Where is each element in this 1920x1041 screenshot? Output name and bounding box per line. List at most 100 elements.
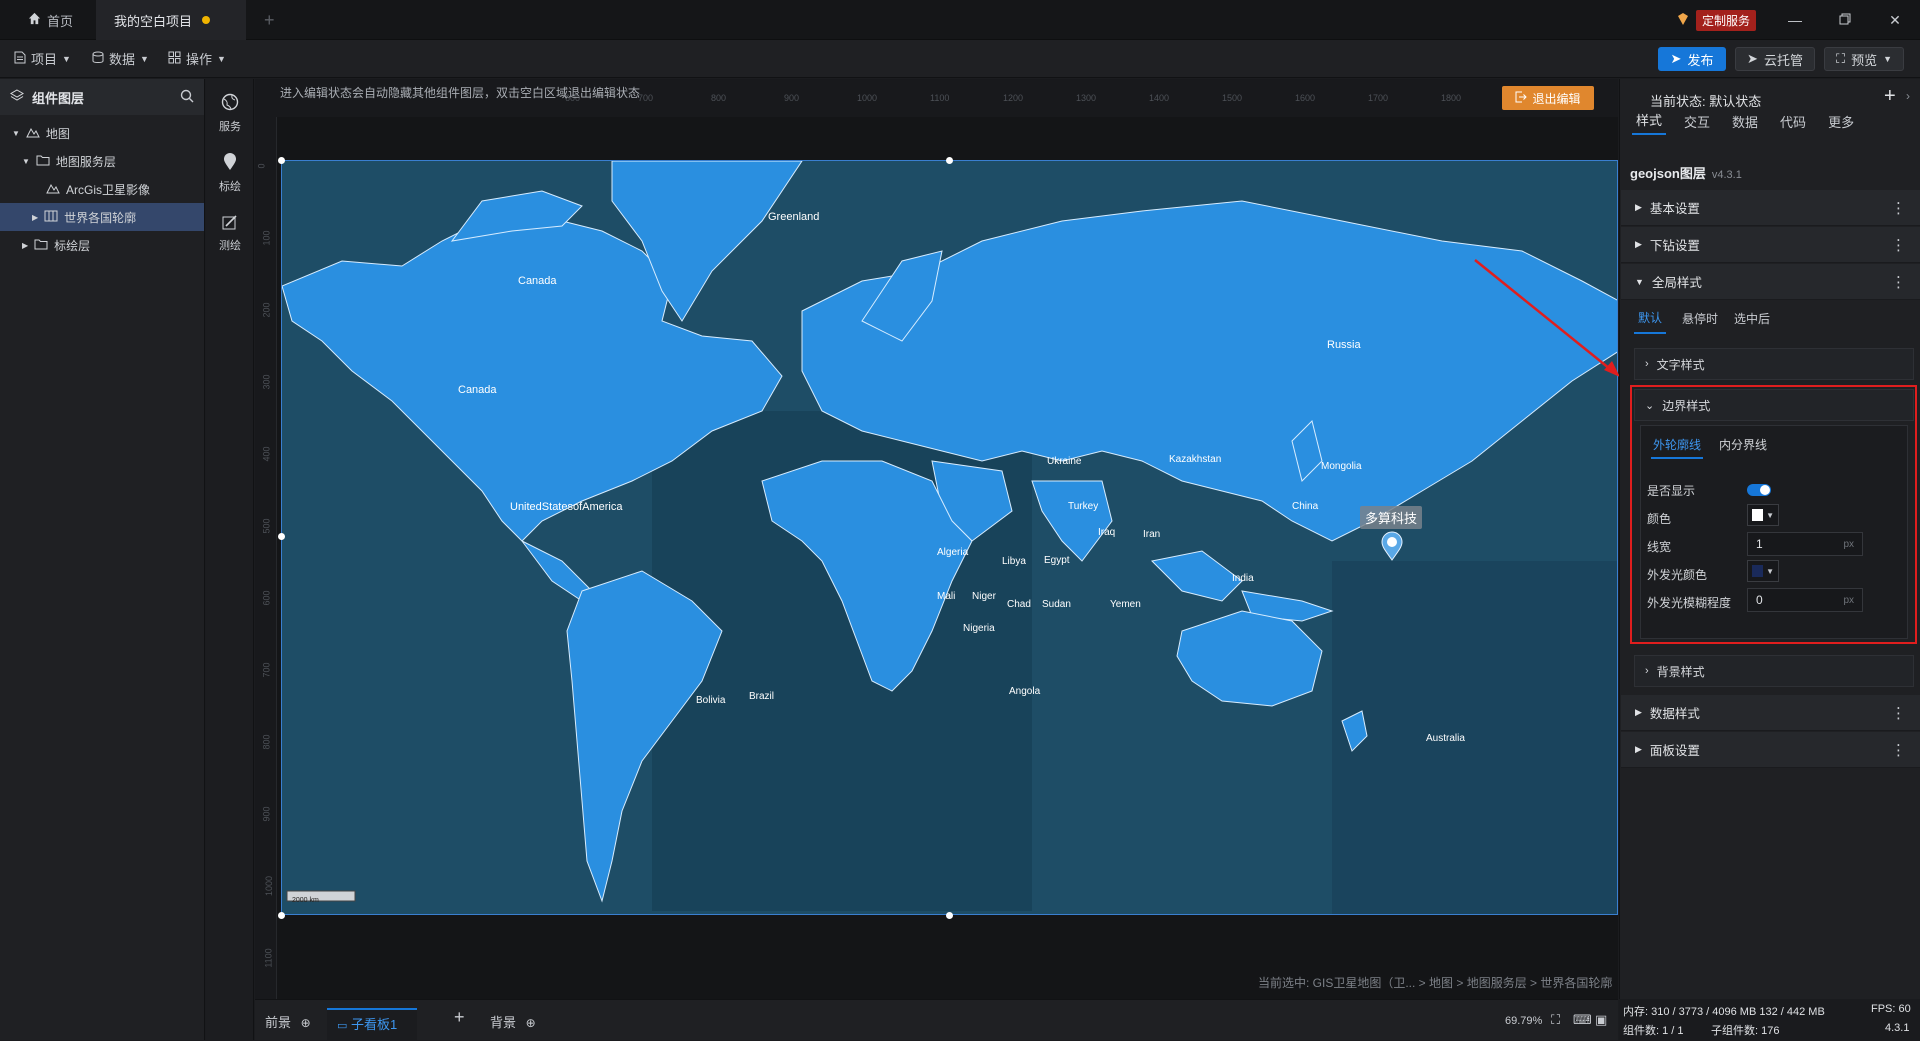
home-tab-label: 首页 — [47, 13, 74, 29]
inner-border-tab[interactable]: 内分界线 — [1717, 432, 1769, 459]
project-tab[interactable]: 我的空白项目 — [96, 0, 246, 40]
color-picker[interactable]: ▼ — [1747, 504, 1779, 526]
tree-item-world-outline[interactable]: ▶ 世界各国轮廓 — [0, 203, 204, 231]
map-label-libya: Libya — [1002, 556, 1026, 567]
selection-breadcrumb: 当前选中: GIS卫星地图（卫... > 地图 > 地图服务层 > 世界各国轮廓 — [1258, 976, 1613, 990]
publish-label: 发布 — [1687, 52, 1714, 68]
glow-blur-input[interactable]: 0 px — [1747, 588, 1863, 612]
world-map[interactable]: Greenland Canada Canada UnitedStatesofAm… — [281, 160, 1618, 915]
more-vert-icon[interactable]: ⋮ — [1891, 236, 1906, 254]
file-icon — [14, 51, 26, 67]
cloud-host-label: 云托管 — [1763, 52, 1803, 68]
preview-button[interactable]: ⛶ 预览 ▼ — [1824, 47, 1904, 71]
tree-item-label: ArcGis卫星影像 — [66, 182, 151, 197]
section-drill-label: 下钻设置 — [1649, 239, 1700, 253]
state-tab-selected[interactable]: 选中后 — [1734, 310, 1770, 327]
tab-interaction[interactable]: 交互 — [1680, 108, 1714, 135]
edit-hint: 进入编辑状态会自动隐藏其他组件图层，双击空白区域退出编辑状态 — [280, 86, 641, 100]
tab-code[interactable]: 代码 — [1776, 108, 1810, 135]
search-icon[interactable] — [180, 89, 194, 106]
app-version: 4.3.1 — [1885, 1022, 1910, 1034]
subboard-tab[interactable]: ▭ 子看板1 — [327, 1008, 418, 1041]
ruler-tick-label: 1100 — [930, 93, 950, 103]
cloud-host-button[interactable]: ➤ 云托管 — [1735, 47, 1815, 71]
tree-item-marker-layer[interactable]: ▶ 标绘层 — [0, 231, 204, 259]
map-label-turkey: Turkey — [1068, 501, 1099, 512]
marker-tool[interactable]: 标绘 — [206, 143, 254, 203]
chevron-down-icon: ▼ — [1766, 566, 1774, 576]
outline-tab[interactable]: 外轮廓线 — [1651, 432, 1704, 459]
add-tab-button[interactable]: + — [246, 0, 286, 40]
ruler-tick-label: 900 — [784, 93, 800, 103]
home-tab[interactable]: 首页 — [10, 0, 94, 40]
restore-icon[interactable] — [1835, 10, 1855, 30]
chevron-right-icon[interactable]: › — [1906, 89, 1910, 103]
show-label: 是否显示 — [1647, 484, 1696, 498]
exit-edit-button[interactable]: 退出编辑 — [1502, 86, 1594, 110]
tab-style[interactable]: 样式 — [1632, 106, 1667, 135]
section-drill[interactable]: ▶ 下钻设置 ⋮ — [1621, 227, 1920, 263]
folder-icon — [36, 154, 50, 169]
foreground-tab[interactable]: 前景 ⊕ — [265, 1012, 311, 1031]
section-global[interactable]: ▼ 全局样式 ⋮ — [1621, 264, 1920, 300]
more-vert-icon[interactable]: ⋮ — [1891, 741, 1906, 759]
tree-item-arcgis[interactable]: ArcGis卫星影像 — [0, 175, 204, 203]
tree-item-map-service[interactable]: ▼ 地图服务层 — [0, 147, 204, 175]
state-tabs: 默认 悬停时 选中后 — [1634, 303, 1914, 334]
resize-handle[interactable] — [946, 157, 953, 164]
operate-menu[interactable]: 操作 ▼ — [168, 49, 226, 68]
publish-button[interactable]: ➤ 发布 — [1658, 47, 1726, 71]
tab-more[interactable]: 更多 — [1824, 108, 1858, 135]
layer-panel-title: 组件图层 — [32, 90, 85, 106]
exit-edit-label: 退出编辑 — [1532, 91, 1581, 106]
layer-tree: ▼ 地图 ▼ 地图服务层 ArcGis卫星影像 ▶ 世界各国轮廓 ▶ 标绘层 — [0, 115, 204, 259]
keyboard-icon[interactable]: ⌨ — [1573, 1012, 1592, 1028]
text-style-group[interactable]: › 文字样式 — [1634, 348, 1914, 380]
map-pin-icon — [223, 152, 237, 174]
custom-service-button[interactable]: 定制服务 — [1676, 10, 1757, 31]
terminal-icon[interactable]: ▣ — [1595, 1012, 1607, 1028]
tab-data[interactable]: 数据 — [1728, 108, 1762, 135]
ruler-tick-label: 900 — [261, 806, 272, 822]
more-vert-icon[interactable]: ⋮ — [1891, 199, 1906, 217]
add-circle-icon[interactable]: ⊕ — [526, 1016, 536, 1030]
section-panel[interactable]: ▶ 面板设置 ⋮ — [1621, 732, 1920, 768]
data-menu[interactable]: 数据 ▼ — [92, 49, 149, 68]
layers-icon — [10, 88, 24, 106]
show-toggle[interactable] — [1747, 484, 1771, 496]
section-data-style[interactable]: ▶ 数据样式 ⋮ — [1621, 695, 1920, 731]
map-pin-icon[interactable] — [1380, 531, 1404, 564]
more-vert-icon[interactable]: ⋮ — [1891, 273, 1906, 291]
background-tab[interactable]: 背景 ⊕ — [490, 1012, 536, 1031]
resize-handle[interactable] — [946, 912, 953, 919]
title-bar: 首页 我的空白项目 + 定制服务 — ✕ — [0, 0, 1920, 40]
state-tab-default[interactable]: 默认 — [1634, 303, 1667, 334]
toolbar: 项目 ▼ 数据 ▼ 操作 ▼ ➤ 发布 ➤ 云托管 ⛶ 预览 ▼ — [0, 40, 1920, 78]
border-style-group[interactable]: ⌄ 边界样式 — [1634, 389, 1914, 421]
map-layer-icon — [26, 126, 40, 141]
property-panel: 当前状态: 默认状态 + › 样式 交互 数据 代码 更多 geojson图层 … — [1619, 79, 1920, 1040]
tool-strip: 服务 标绘 测绘 — [206, 79, 254, 1040]
service-tool[interactable]: 服务 — [206, 83, 254, 143]
resize-handle[interactable] — [278, 912, 285, 919]
bg-style-group[interactable]: › 背景样式 — [1634, 655, 1914, 687]
fit-screen-icon[interactable]: ⛶ — [1551, 1012, 1560, 1028]
resize-handle[interactable] — [278, 157, 285, 164]
more-vert-icon[interactable]: ⋮ — [1891, 704, 1906, 722]
close-icon[interactable]: ✕ — [1885, 10, 1905, 30]
width-input[interactable]: 1 px — [1747, 532, 1863, 556]
scale-label: 2000 km — [292, 897, 319, 904]
tree-item-map[interactable]: ▼ 地图 — [0, 119, 204, 147]
project-menu[interactable]: 项目 ▼ — [14, 49, 71, 68]
section-basic[interactable]: ▶ 基本设置 ⋮ — [1621, 190, 1920, 226]
minimize-icon[interactable]: — — [1785, 10, 1805, 30]
measure-tool[interactable]: 测绘 — [206, 203, 254, 263]
map-label-yemen: Yemen — [1110, 599, 1141, 610]
border-style-body: 外轮廓线 内分界线 是否显示 颜色 ▼ 线宽 1 px 外发光颜色 ▼ 外发光模… — [1640, 425, 1908, 639]
caret-right-icon: ▶ — [22, 240, 29, 250]
glow-color-picker[interactable]: ▼ — [1747, 560, 1779, 582]
state-tab-hover[interactable]: 悬停时 — [1682, 310, 1718, 327]
resize-handle[interactable] — [278, 533, 285, 540]
add-circle-icon[interactable]: ⊕ — [301, 1016, 311, 1030]
add-board-button[interactable]: + — [454, 1007, 465, 1028]
